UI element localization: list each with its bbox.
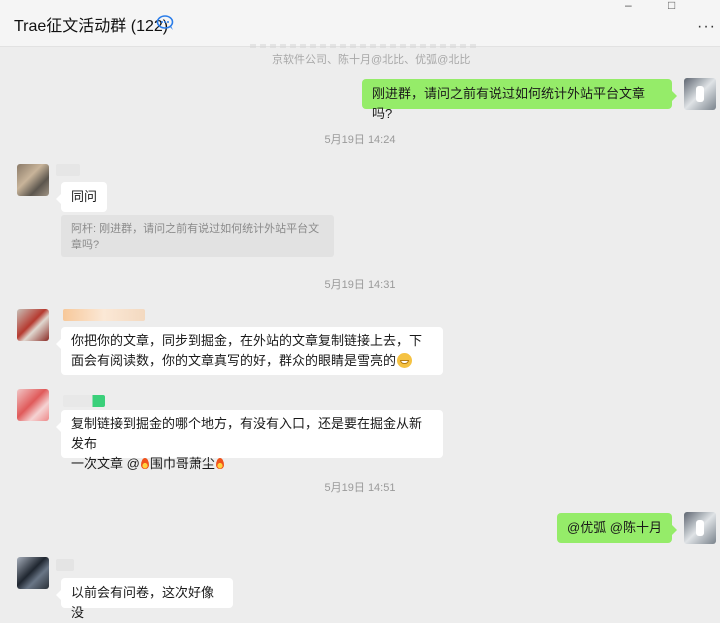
- quote-text: 阿杆: 刚进群，请问之前有说过如何统计外站平台文章吗?: [71, 223, 320, 251]
- avatar[interactable]: [17, 164, 49, 196]
- mention-name[interactable]: 围巾哥萧尘: [150, 456, 215, 471]
- message-text: 刚进群，请问之前有说过如何统计外站平台文章吗?: [372, 86, 646, 121]
- more-options-icon[interactable]: ···: [697, 18, 716, 36]
- fire-emoji-icon: [140, 458, 149, 469]
- divider: [250, 44, 480, 48]
- message-text: 复制链接到掘金的哪个地方，有没有入口，还是要在掘金从新发布: [71, 416, 423, 451]
- system-notice: 京软件公司、陈十月@北比、优弧@北比: [272, 54, 471, 66]
- sender-name: [56, 559, 74, 571]
- message-text: 你把你的文章，同步到掘金，在外站的文章复制链接上去，下面会有阅读数，你的文章真写…: [71, 333, 423, 368]
- message-bubble-incoming[interactable]: 你把你的文章，同步到掘金，在外站的文章复制链接上去，下面会有阅读数，你的文章真写…: [56, 327, 443, 375]
- timestamp: 5月19日 14:31: [324, 279, 396, 291]
- chat-title-bar: Trae征文活动群 (122) – □ ···: [0, 0, 720, 47]
- message-bubble-incoming[interactable]: 同问: [56, 182, 107, 212]
- chat-title[interactable]: Trae征文活动群 (122): [14, 12, 168, 36]
- avatar[interactable]: [684, 78, 716, 110]
- message-text: 同问: [71, 189, 98, 204]
- timestamp: 5月19日 14:51: [324, 482, 396, 494]
- grin-emoji-icon: [397, 353, 413, 368]
- fire-emoji-icon: [215, 458, 224, 469]
- message-bubble-incoming[interactable]: 以前会有问卷，这次好像没: [56, 578, 233, 620]
- chat-bubbles-icon[interactable]: [156, 14, 176, 32]
- quoted-message[interactable]: 阿杆: 刚进群，请问之前有说过如何统计外站平台文章吗?: [61, 215, 334, 257]
- sender-name: [63, 309, 145, 321]
- sender-name: [63, 395, 105, 407]
- timestamp: 5月19日 14:24: [324, 134, 396, 146]
- message-text: 以前会有问卷，这次好像没: [71, 585, 215, 620]
- message-bubble-outgoing[interactable]: 刚进群，请问之前有说过如何统计外站平台文章吗?: [362, 79, 677, 121]
- message-text: @优弧 @陈十月: [567, 520, 663, 535]
- message-bubble-outgoing[interactable]: @优弧 @陈十月: [557, 513, 677, 543]
- sender-name: [56, 164, 80, 176]
- avatar[interactable]: [684, 512, 716, 544]
- avatar[interactable]: [17, 557, 49, 589]
- message-bubble-incoming[interactable]: 复制链接到掘金的哪个地方，有没有入口，还是要在掘金从新发布 一次文章 @ 围巾哥萧…: [56, 410, 443, 471]
- avatar[interactable]: [17, 389, 49, 421]
- maximize-button[interactable]: □: [668, 0, 675, 12]
- avatar[interactable]: [17, 309, 49, 341]
- minimize-button[interactable]: –: [625, 0, 632, 12]
- message-text: 一次文章 @: [71, 456, 140, 471]
